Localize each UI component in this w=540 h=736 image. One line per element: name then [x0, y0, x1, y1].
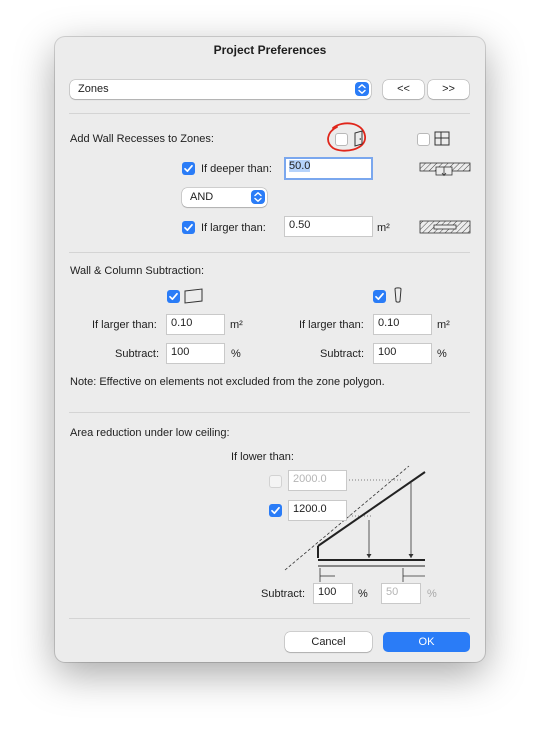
height1-input[interactable]: 2000.0 — [288, 470, 347, 491]
wall-icon — [184, 288, 203, 304]
lower-than-label: If lower than: — [231, 451, 294, 463]
checkmark-icon — [184, 164, 193, 173]
larger-than-label: If larger than: — [201, 222, 266, 234]
dialog-title: Project Preferences — [213, 43, 327, 57]
ceiling-subtract2-input[interactable]: 50 — [381, 583, 421, 604]
column-larger-input[interactable]: 0.10 — [373, 314, 432, 335]
height2-checkbox[interactable] — [269, 504, 282, 517]
column-larger-label: If larger than: — [299, 319, 364, 331]
subtraction-note: Note: Effective on elements not excluded… — [70, 376, 385, 388]
height2-input[interactable]: 1200.0 — [288, 500, 347, 521]
height1-checkbox[interactable] — [269, 475, 282, 488]
next-button[interactable]: >> — [428, 80, 469, 99]
separator — [69, 412, 470, 413]
wall-subtract-label: Subtract: — [115, 348, 160, 360]
checkmark-icon — [375, 292, 384, 301]
wall-subtract-input[interactable]: 100 — [166, 343, 225, 364]
column-icon — [394, 287, 402, 303]
wall-larger-unit: m² — [230, 319, 243, 331]
recesses-title: Add Wall Recesses to Zones: — [70, 133, 214, 145]
subtraction-title: Wall & Column Subtraction: — [70, 265, 205, 277]
chevron-updown-icon — [355, 82, 369, 96]
operator-select[interactable]: AND — [182, 188, 267, 207]
larger-than-checkbox[interactable] — [182, 221, 195, 234]
ok-button[interactable]: OK — [383, 632, 470, 652]
column-subtraction-checkbox[interactable] — [373, 290, 386, 303]
window-recess-checkbox[interactable] — [417, 133, 430, 146]
project-preferences-dialog: Project Preferences Zones << >> Add Wall… — [55, 37, 485, 662]
ceiling-subtract1-input[interactable]: 100 — [313, 583, 353, 604]
larger-than-unit: m² — [377, 222, 390, 234]
deeper-than-value: 50.0 — [289, 160, 311, 172]
column-subtract-unit: % — [437, 348, 447, 360]
chevron-updown-icon — [251, 190, 265, 204]
checkmark-icon — [184, 223, 193, 232]
ceiling-subtract-label: Subtract: — [261, 588, 306, 600]
column-subtract-input[interactable]: 100 — [373, 343, 432, 364]
column-subtract-label: Subtract: — [320, 348, 365, 360]
deeper-than-label: If deeper than: — [201, 163, 272, 175]
window-icon — [434, 131, 450, 146]
section-select-value: Zones — [78, 83, 109, 95]
section-select[interactable]: Zones — [70, 80, 371, 99]
wall-subtraction-checkbox[interactable] — [167, 290, 180, 303]
checkmark-icon — [169, 292, 178, 301]
larger-than-input[interactable]: 0.50 — [284, 216, 373, 237]
wall-larger-label: If larger than: — [92, 319, 157, 331]
door-icon — [354, 130, 363, 147]
ceiling-title: Area reduction under low ceiling: — [70, 427, 230, 439]
ceiling-subtract2-unit: % — [427, 588, 437, 600]
cancel-button[interactable]: Cancel — [285, 632, 372, 652]
recess-depth-diagram-icon — [419, 162, 471, 177]
ceiling-subtract1-unit: % — [358, 588, 368, 600]
door-recess-checkbox[interactable] — [335, 133, 348, 146]
recess-area-diagram-icon — [419, 220, 471, 234]
deeper-than-checkbox[interactable] — [182, 162, 195, 175]
separator — [69, 618, 470, 619]
previous-button[interactable]: << — [383, 80, 424, 99]
column-larger-unit: m² — [437, 319, 450, 331]
wall-subtract-unit: % — [231, 348, 241, 360]
separator — [69, 113, 470, 114]
wall-larger-input[interactable]: 0.10 — [166, 314, 225, 335]
checkmark-icon — [271, 506, 280, 515]
operator-value: AND — [190, 191, 214, 203]
deeper-than-input[interactable]: 50.0 — [284, 157, 373, 180]
separator — [69, 252, 470, 253]
